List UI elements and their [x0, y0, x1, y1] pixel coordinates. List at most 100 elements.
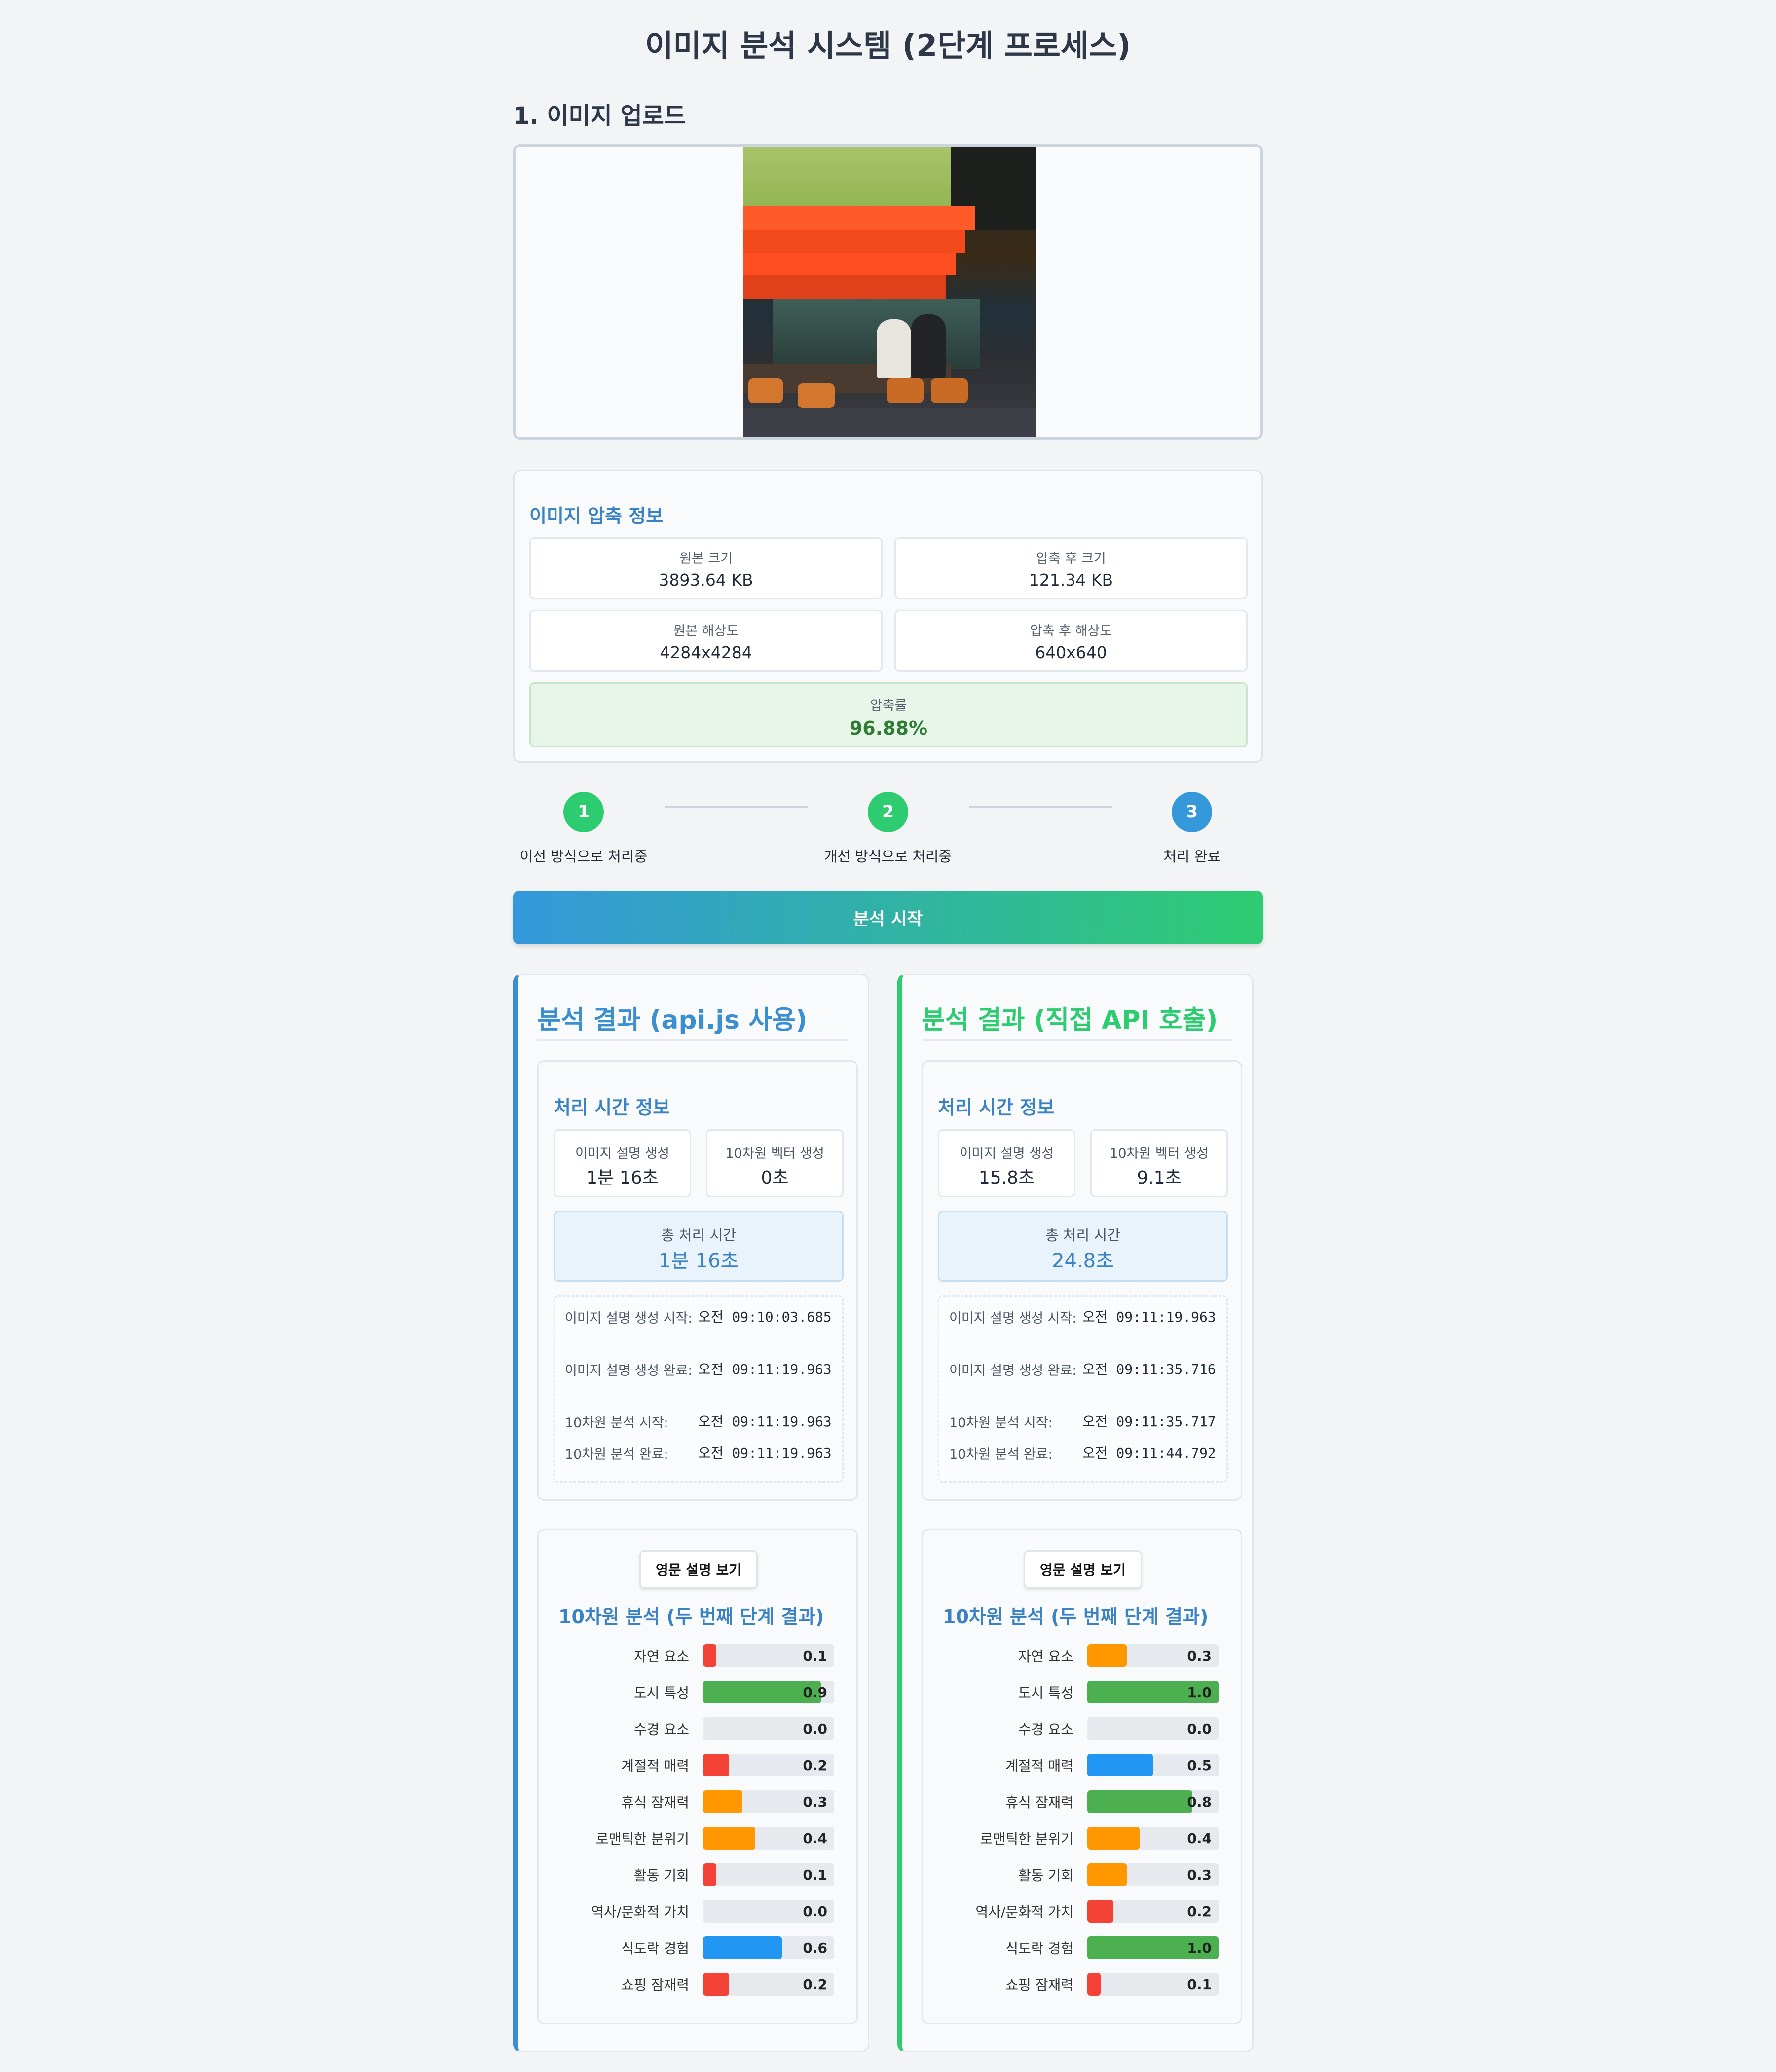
dimension-bar-track: 0.0 — [703, 1717, 834, 1740]
dimension-bar-track: 0.9 — [703, 1681, 834, 1703]
dimension-value: 0.1 — [803, 1867, 827, 1883]
timestamp-value: 오전 09:11:19.963 — [698, 1361, 832, 1377]
step-1-circle: 1 — [563, 792, 604, 832]
page-title: 이미지 분석 시스템 (2단계 프로세스) — [645, 28, 1131, 64]
processing-time-title: 처리 시간 정보 — [554, 1097, 670, 1118]
image-upload-area[interactable] — [513, 144, 1263, 440]
vector-time-value: 9.1초 — [1137, 1168, 1182, 1188]
dimension-bar-track: 0.2 — [703, 1754, 834, 1776]
total-time-card: 총 처리 시간 24.8초 — [938, 1211, 1228, 1282]
dimension-bar-fill — [703, 1827, 756, 1850]
dimension-label: 역사/문화적 가치 — [975, 1904, 1073, 1920]
dimension-value: 0.1 — [803, 1648, 827, 1664]
dimension-value: 0.3 — [1187, 1648, 1212, 1664]
timestamp-value: 오전 09:11:19.963 — [698, 1413, 832, 1430]
dimension-bar-track: 0.3 — [703, 1790, 834, 1813]
dimension-bar-fill — [1087, 1900, 1114, 1923]
timestamp-label: 10차원 분석 완료: — [949, 1447, 1053, 1462]
step-3-label: 처리 완료 — [1163, 848, 1221, 865]
compression-ratio-card: 압축률 96.88% — [529, 682, 1248, 747]
total-time-value: 24.8초 — [1052, 1250, 1114, 1272]
dimension-row: 계절적 매력 0.5 — [923, 1752, 1244, 1778]
dimension-row: 계절적 매력 0.2 — [539, 1752, 859, 1778]
dimension-bar-track: 0.3 — [1087, 1644, 1219, 1667]
dimension-bar-fill — [703, 1936, 782, 1959]
english-description-button[interactable]: 영문 설명 보기 — [1024, 1550, 1142, 1589]
dimension-value: 0.2 — [803, 1757, 827, 1774]
dimension-row: 수경 요소 0.0 — [923, 1716, 1244, 1741]
dimension-bar-fill — [1087, 1790, 1192, 1813]
dimension-value: 0.2 — [803, 1976, 827, 1993]
timestamp-label: 이미지 설명 생성 시작: — [949, 1311, 1077, 1326]
dimension-analysis-panel: 영문 설명 보기 10차원 분석 (두 번째 단계 결과) 자연 요소 0.3 도시… — [922, 1529, 1242, 2024]
step-1-label: 이전 방식으로 처리중 — [519, 848, 648, 865]
dimension-label: 쇼핑 잠재력 — [1005, 1977, 1073, 1993]
timestamp-value: 오전 09:11:35.717 — [1082, 1413, 1216, 1430]
timestamp-label: 10차원 분석 시작: — [949, 1415, 1053, 1431]
step-connector — [969, 806, 1112, 808]
dimension-value: 1.0 — [1187, 1940, 1212, 1956]
description-time-card: 이미지 설명 생성 15.8초 — [938, 1129, 1075, 1197]
dimension-bar-track: 1.0 — [1087, 1936, 1219, 1959]
total-time-value: 1분 16초 — [658, 1250, 739, 1272]
uploaded-image-preview — [743, 147, 1036, 437]
description-time-label: 이미지 설명 생성 — [575, 1146, 670, 1161]
timestamp-label: 10차원 분석 완료: — [565, 1447, 668, 1462]
dimension-analysis-title: 10차원 분석 (두 번째 단계 결과) — [943, 1606, 1209, 1628]
total-time-label: 총 처리 시간 — [1045, 1227, 1120, 1244]
dimension-bar-track: 0.5 — [1087, 1754, 1219, 1776]
original-resolution-card: 원본 해상도 4284x4284 — [529, 610, 883, 672]
dimension-value: 0.2 — [1187, 1903, 1212, 1920]
step-2-label: 개선 방식으로 처리중 — [824, 848, 952, 865]
compressed-resolution-card: 압축 후 해상도 640x640 — [894, 610, 1248, 672]
step-2: 2 개선 방식으로 처리중 — [789, 792, 987, 866]
step-3-circle: 3 — [1172, 792, 1212, 832]
dimension-value: 0.3 — [1187, 1867, 1212, 1883]
dimension-row: 자연 요소 0.3 — [923, 1643, 1244, 1668]
dimension-row: 휴식 잠재력 0.3 — [539, 1789, 859, 1814]
original-resolution-value: 4284x4284 — [660, 643, 752, 662]
dimension-bar-track: 0.8 — [1087, 1790, 1219, 1813]
compressed-size-label: 압축 후 크기 — [1036, 551, 1106, 566]
dimension-row: 수경 요소 0.0 — [539, 1716, 859, 1741]
step-2-circle: 2 — [868, 792, 908, 832]
dimension-value: 0.1 — [1187, 1976, 1212, 1993]
total-time-card: 총 처리 시간 1분 16초 — [554, 1211, 844, 1282]
divider — [537, 1039, 849, 1041]
dimension-row: 로맨틱한 분위기 0.4 — [923, 1825, 1244, 1851]
dimension-value: 1.0 — [1187, 1684, 1212, 1701]
timestamp-label: 이미지 설명 생성 시작: — [565, 1311, 693, 1326]
dimension-value: 0.6 — [803, 1940, 827, 1956]
dimension-label: 활동 기회 — [1018, 1867, 1073, 1884]
dimension-bar-fill — [703, 1863, 716, 1886]
dimension-label: 수경 요소 — [1018, 1721, 1073, 1738]
dimension-label: 도시 특성 — [1018, 1685, 1073, 1701]
start-analysis-button[interactable]: 분석 시작 — [513, 891, 1263, 944]
dimension-value: 0.5 — [1187, 1757, 1212, 1774]
dimension-bar-track: 1.0 — [1087, 1681, 1219, 1703]
progress-steps: 1 이전 방식으로 처리중 2 개선 방식으로 처리중 3 처리 완료 — [513, 792, 1263, 871]
timestamp-label: 이미지 설명 생성 완료: — [565, 1363, 693, 1378]
processing-time-panel: 처리 시간 정보 이미지 설명 생성 1분 16초 10차원 벡터 생성 0초 … — [537, 1060, 858, 1501]
dimension-value: 0.9 — [803, 1684, 827, 1701]
compressed-resolution-label: 압축 후 해상도 — [1030, 624, 1112, 639]
dimension-label: 쇼핑 잠재력 — [621, 1977, 689, 1993]
dimension-value: 0.0 — [803, 1903, 827, 1920]
dimension-row: 활동 기회 0.3 — [923, 1862, 1244, 1887]
dimension-label: 식도락 경험 — [1005, 1940, 1073, 1957]
dimension-value: 0.8 — [1187, 1794, 1212, 1810]
result-column-direct-api: 분석 결과 (직접 API 호출) 처리 시간 정보 이미지 설명 생성 15.… — [897, 974, 1254, 2052]
compression-info-title: 이미지 압축 정보 — [529, 505, 664, 527]
dimension-row: 휴식 잠재력 0.8 — [923, 1789, 1244, 1814]
dimension-bar-track: 0.1 — [703, 1644, 834, 1667]
description-time-value: 15.8초 — [978, 1168, 1035, 1188]
description-time-label: 이미지 설명 생성 — [959, 1146, 1054, 1161]
original-size-label: 원본 크기 — [679, 551, 733, 566]
dimension-label: 역사/문화적 가치 — [591, 1904, 689, 1920]
result-column-api-js: 분석 결과 (api.js 사용) 처리 시간 정보 이미지 설명 생성 1분 … — [513, 974, 869, 2052]
english-description-button[interactable]: 영문 설명 보기 — [639, 1550, 758, 1589]
dimension-label: 계절적 매력 — [621, 1758, 689, 1774]
total-time-label: 총 처리 시간 — [661, 1227, 736, 1244]
dimension-label: 식도락 경험 — [621, 1940, 689, 1957]
compressed-resolution-value: 640x640 — [1035, 643, 1107, 662]
